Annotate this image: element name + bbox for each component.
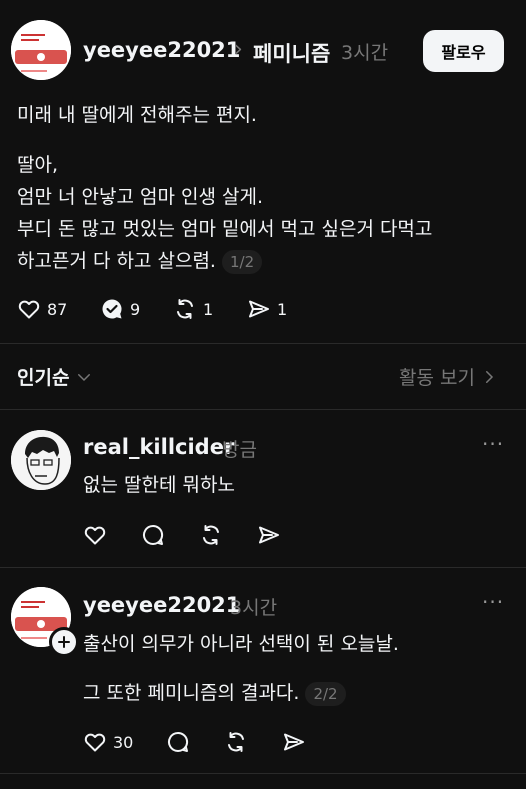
sort-bar: 인기순 활동 보기 bbox=[0, 355, 526, 400]
author-avatar[interactable] bbox=[11, 20, 71, 80]
more-icon[interactable]: ··· bbox=[482, 590, 504, 614]
sort-label: 인기순 bbox=[17, 367, 70, 389]
reply-action[interactable]: 9 bbox=[100, 297, 140, 321]
repost-count: 1 bbox=[203, 299, 214, 319]
author-username[interactable]: yeeyee22021 bbox=[83, 38, 240, 62]
share-action[interactable]: 1 bbox=[247, 297, 287, 321]
comment-share-action[interactable] bbox=[257, 523, 281, 547]
plus-icon bbox=[58, 636, 70, 648]
share-icon bbox=[249, 300, 269, 318]
comment-reply-action[interactable] bbox=[141, 523, 165, 547]
heart-icon bbox=[84, 733, 106, 752]
more-icon[interactable]: ··· bbox=[482, 432, 504, 456]
comment-2-like-count: 30 bbox=[113, 732, 134, 752]
like-count: 87 bbox=[47, 299, 68, 319]
topic-tag[interactable]: 페미니즘 bbox=[253, 38, 330, 68]
comment-icon bbox=[143, 524, 164, 545]
divider-comment-2 bbox=[0, 773, 526, 774]
comment-2-share-action[interactable] bbox=[282, 730, 306, 754]
post-pager: 1/2 bbox=[221, 249, 263, 274]
comment-2-repost-action[interactable] bbox=[224, 730, 248, 754]
post-header: yeeyee22021 › 페미니즘 3시간 팔로우 bbox=[0, 0, 526, 100]
comment-2-pager: 2/2 bbox=[305, 681, 346, 706]
chevron-right-icon bbox=[485, 370, 494, 383]
follow-plus-badge[interactable] bbox=[49, 627, 79, 657]
comment-2-line-1: 출산이 의무가 아니라 선택이 된 오늘날. bbox=[83, 633, 399, 655]
share-icon bbox=[284, 733, 304, 751]
sort-dropdown[interactable]: 인기순 bbox=[17, 363, 93, 390]
divider-sort bbox=[0, 409, 526, 410]
divider-post bbox=[0, 343, 526, 344]
commenter-avatar[interactable] bbox=[11, 430, 71, 490]
share-icon bbox=[259, 526, 279, 544]
post-line-5: 하고픈거 다 하고 살으렴. bbox=[17, 250, 216, 272]
repost-action[interactable]: 1 bbox=[173, 297, 213, 321]
follow-button[interactable]: 팔로우 bbox=[423, 30, 504, 72]
repost-icon bbox=[228, 732, 244, 752]
comment-check-icon bbox=[102, 299, 122, 319]
heart-icon bbox=[18, 300, 40, 319]
comment-text: 없는 딸한테 뭐하노 bbox=[83, 474, 235, 496]
comment-icon bbox=[168, 731, 189, 752]
post-time: 3시간 bbox=[341, 42, 389, 64]
chevron-down-icon bbox=[78, 373, 91, 381]
divider-comment-1 bbox=[0, 567, 526, 568]
comment-2-like-action[interactable]: 30 bbox=[83, 730, 133, 754]
post-line-5-wrap: 하고픈거 다 하고 살으렴. 1/2 bbox=[17, 246, 263, 276]
comment-repost-action[interactable] bbox=[199, 523, 223, 547]
comment-2-line-2: 그 또한 페미니즘의 결과다. bbox=[83, 682, 300, 704]
commenter-username[interactable]: real_killcider bbox=[83, 435, 234, 459]
share-count: 1 bbox=[277, 299, 288, 319]
post-line-3: 엄만 너 안낳고 엄마 인생 살게. bbox=[17, 186, 263, 208]
like-action[interactable]: 87 bbox=[17, 297, 67, 321]
comment-2-reply-action[interactable] bbox=[166, 730, 190, 754]
activity-link[interactable]: 활동 보기 bbox=[399, 363, 497, 390]
comment-time-2: 3시간 bbox=[230, 597, 278, 619]
post-line-4: 부디 돈 많고 멋있는 엄마 밑에서 먹고 싶은거 다먹고 bbox=[17, 218, 433, 240]
post-line-1: 미래 내 딸에게 전해주는 편지. bbox=[17, 104, 257, 126]
repost-icon bbox=[203, 525, 219, 545]
heart-icon bbox=[84, 526, 106, 545]
repost-icon bbox=[177, 299, 193, 319]
post-line-2: 딸아, bbox=[17, 154, 58, 176]
reply-count: 9 bbox=[130, 299, 141, 319]
comment-like-action[interactable] bbox=[83, 523, 107, 547]
commenter-username-2[interactable]: yeeyee22021 bbox=[83, 593, 240, 617]
activity-label: 활동 보기 bbox=[399, 367, 475, 389]
breadcrumb-arrow: › bbox=[234, 37, 243, 62]
comment-time: 방금 bbox=[222, 439, 257, 461]
comment-2-line-2-wrap: 그 또한 페미니즘의 결과다. 2/2 bbox=[83, 678, 346, 708]
